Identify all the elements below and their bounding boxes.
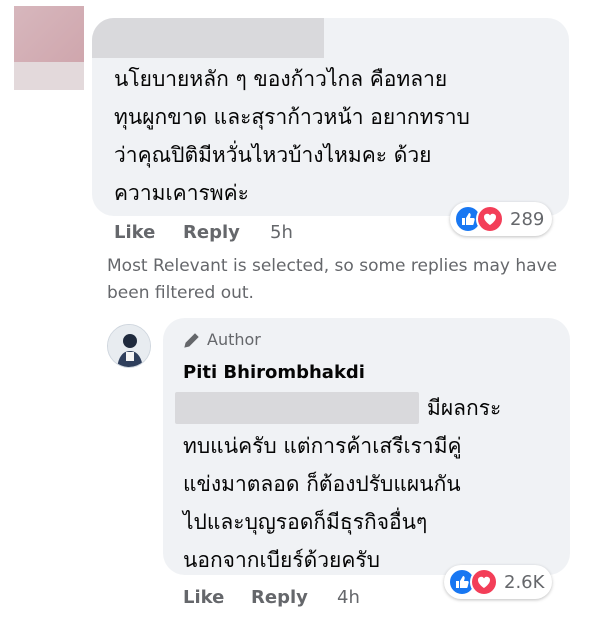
author-avatar[interactable] bbox=[107, 324, 151, 368]
author-badge-label: Author bbox=[207, 330, 261, 349]
author-badge: Author bbox=[183, 330, 261, 349]
commenter-name-redacted[interactable] bbox=[92, 18, 324, 58]
comment-timestamp[interactable]: 5h bbox=[270, 222, 293, 243]
love-icon bbox=[470, 568, 498, 596]
reply-reply-button[interactable]: Reply bbox=[251, 587, 308, 608]
reaction-count: 289 bbox=[510, 208, 545, 230]
pencil-icon bbox=[183, 331, 201, 349]
reaction-summary[interactable]: 289 bbox=[450, 202, 553, 236]
reply-reaction-summary[interactable]: 2.6K bbox=[444, 565, 553, 599]
commenter-avatar[interactable] bbox=[14, 6, 84, 62]
love-icon bbox=[476, 205, 504, 233]
filter-notice: Most Relevant is selected, so some repli… bbox=[107, 256, 558, 303]
reply-text: มีผลกระ ทบแน่ครับ แต่การค้าเสรีเรามีคู่ … bbox=[183, 396, 502, 572]
reply-like-button[interactable]: Like bbox=[183, 587, 224, 608]
next-comment-partial bbox=[170, 627, 400, 633]
comment-text: นโยบายหลัก ๆ ของก้าวไกล คือทลาย ทุนผูกขา… bbox=[114, 67, 470, 205]
commenter-avatar-lower bbox=[14, 62, 84, 90]
reply-button[interactable]: Reply bbox=[183, 222, 240, 243]
author-name[interactable]: Piti Bhirombhakdi bbox=[183, 362, 365, 383]
reaction-count: 2.6K bbox=[504, 571, 545, 593]
reply-timestamp[interactable]: 4h bbox=[337, 587, 360, 608]
like-button[interactable]: Like bbox=[114, 222, 155, 243]
